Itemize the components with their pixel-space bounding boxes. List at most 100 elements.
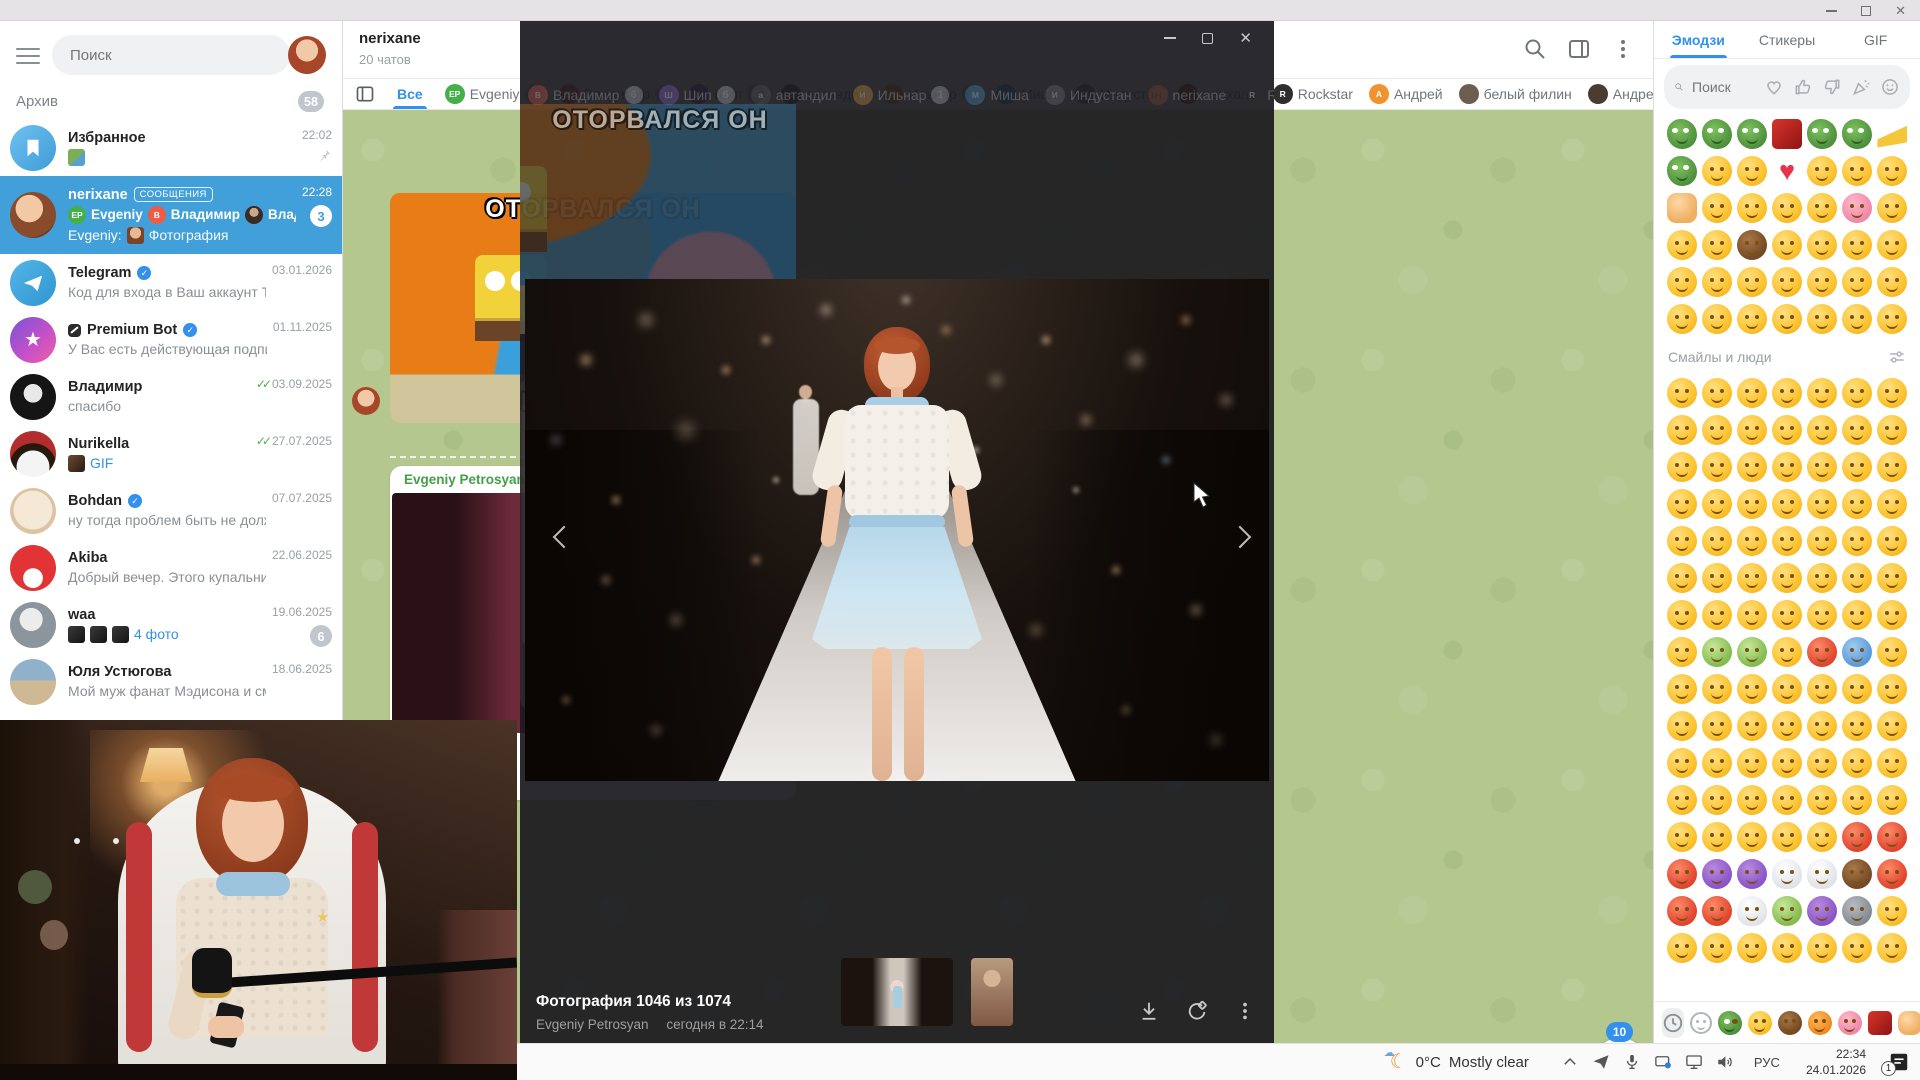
smiley-emoji-61[interactable] [1842,674,1872,704]
rotate-icon[interactable] [1186,1000,1208,1022]
recent-emoji-35[interactable] [1667,304,1697,334]
member-chip[interactable]: RRockstar [1242,85,1274,105]
recent-emoji-3[interactable] [1772,119,1802,149]
smiley-emoji-25[interactable] [1807,489,1837,519]
recent-emoji-36[interactable] [1702,304,1732,334]
weather-widget[interactable]: ☾☁ 0°C Mostly clear [1390,1052,1529,1072]
member-chip[interactable]: белый филин [1459,84,1572,104]
smiley-emoji-98[interactable] [1667,896,1697,926]
recent-emoji-12[interactable] [1842,156,1872,186]
chat-list-item[interactable]: Юля УстюговаМой муж фанат Мэдисона и смо… [0,653,342,710]
smiley-emoji-103[interactable] [1842,896,1872,926]
recent-emoji-5[interactable] [1842,119,1872,149]
panel-toggle-icon[interactable] [355,84,375,104]
smiley-emoji-75[interactable] [1842,748,1872,778]
smiley-emoji-57[interactable] [1702,674,1732,704]
tab-emoji[interactable]: Эмодзи [1654,21,1743,58]
recent-emoji-26[interactable] [1842,230,1872,260]
emoji-search-input[interactable] [1692,79,1756,95]
smiley-emoji-87[interactable] [1772,822,1802,852]
smiley-emoji-72[interactable] [1737,748,1767,778]
emoji-category-0[interactable] [1662,1008,1684,1038]
recent-emoji-14[interactable] [1667,193,1697,223]
smiley-emoji-104[interactable] [1877,896,1907,926]
smiley-emoji-109[interactable] [1807,933,1837,963]
smiley-emoji-15[interactable] [1702,452,1732,482]
chat-list-item[interactable]: waa4 фото19.06.20256 [0,596,342,653]
recent-emoji-2[interactable] [1737,119,1767,149]
emoji-category-8[interactable] [1898,1008,1920,1038]
member-chip[interactable]: nerixane [1148,85,1227,105]
smiley-emoji-102[interactable] [1807,896,1837,926]
smiley-emoji-46[interactable] [1807,600,1837,630]
smiley-emoji-106[interactable] [1702,933,1732,963]
recent-emoji-7[interactable] [1667,156,1697,186]
chat-list-item[interactable]: ★Premium BotУ Вас есть действующая подпи… [0,311,342,368]
smiley-emoji-73[interactable] [1772,748,1802,778]
smiley-emoji-55[interactable] [1877,637,1907,667]
smiley-emoji-36[interactable] [1702,563,1732,593]
smiley-emoji-42[interactable] [1667,600,1697,630]
smiley-emoji-14[interactable] [1667,452,1697,482]
volume-tray-icon[interactable] [1716,1053,1734,1071]
download-icon[interactable] [1138,1000,1160,1022]
chat-list-item[interactable]: Bohdanну тогда проблем быть не должно. Ж… [0,482,342,539]
smiley-emoji-79[interactable] [1737,785,1767,815]
emoji-category-3[interactable] [1748,1008,1772,1038]
smiley-emoji-11[interactable] [1807,415,1837,445]
recent-emoji-37[interactable] [1737,304,1767,334]
smiley-emoji-81[interactable] [1807,785,1837,815]
recent-emoji-11[interactable] [1807,156,1837,186]
chat-list-item[interactable]: nerixaneСООБЩЕНИЯEPEvgeniyВВладимирВлад.… [0,176,342,254]
smiley-emoji-111[interactable] [1877,933,1907,963]
smiley-emoji-60[interactable] [1807,674,1837,704]
smiley-emoji-110[interactable] [1842,933,1872,963]
photo-author[interactable]: Evgeniy Petrosyan [536,1017,649,1032]
smiley-emoji-41[interactable] [1877,563,1907,593]
smiley-emoji-95[interactable] [1807,859,1837,889]
smiley-emoji-3[interactable] [1772,378,1802,408]
smiley-emoji-56[interactable] [1667,674,1697,704]
smiley-emoji-69[interactable] [1877,711,1907,741]
album-sender-name[interactable]: Evgeniy Petrosyan [404,472,525,487]
smiley-emoji-34[interactable] [1877,526,1907,556]
recent-emoji-33[interactable] [1842,267,1872,297]
smiley-emoji-105[interactable] [1667,933,1697,963]
chat-list-item[interactable]: NurikellaGIF✓✓27.07.2025 [0,425,342,482]
smiley-emoji-66[interactable] [1772,711,1802,741]
kebab-menu-icon[interactable] [1611,37,1635,61]
tab-all-chats[interactable]: Все [391,79,429,109]
smiley-emoji-76[interactable] [1877,748,1907,778]
sidebar-toggle-icon[interactable] [1567,37,1591,61]
smiley-emoji-107[interactable] [1737,933,1767,963]
recent-emoji-40[interactable] [1842,304,1872,334]
viewer-maximize-icon[interactable] [1202,33,1213,44]
thumbnail-current[interactable] [841,958,953,1026]
member-chip[interactable]: AАндрей [1369,84,1443,104]
thumbs-up-icon[interactable] [1793,77,1813,97]
smiley-emoji-8[interactable] [1702,415,1732,445]
recent-emoji-21[interactable] [1667,230,1697,260]
smiley-emoji-33[interactable] [1842,526,1872,556]
smiley-emoji-77[interactable] [1667,785,1697,815]
smiley-emoji-37[interactable] [1737,563,1767,593]
tab-stickers[interactable]: Стикеры [1743,21,1832,58]
clock[interactable]: 22:34 24.01.2026 [1806,1046,1866,1078]
recent-emoji-9[interactable] [1737,156,1767,186]
smiley-emoji-53[interactable] [1807,637,1837,667]
smiley-emoji-71[interactable] [1702,748,1732,778]
sliders-icon[interactable] [1888,348,1906,366]
smiley-emoji-82[interactable] [1842,785,1872,815]
smiley-emoji-17[interactable] [1772,452,1802,482]
smiley-emoji-47[interactable] [1842,600,1872,630]
recent-emoji-13[interactable] [1877,156,1907,186]
smiley-emoji-7[interactable] [1667,415,1697,445]
smiley-emoji-100[interactable] [1737,896,1767,926]
member-chip[interactable]: RRockstar [1273,84,1353,104]
smiley-emoji-80[interactable] [1772,785,1802,815]
emoji-category-5[interactable] [1808,1008,1832,1038]
recent-emoji-8[interactable] [1702,156,1732,186]
smiley-emoji-78[interactable] [1702,785,1732,815]
smiley-emoji-67[interactable] [1807,711,1837,741]
smiley-emoji-48[interactable] [1877,600,1907,630]
